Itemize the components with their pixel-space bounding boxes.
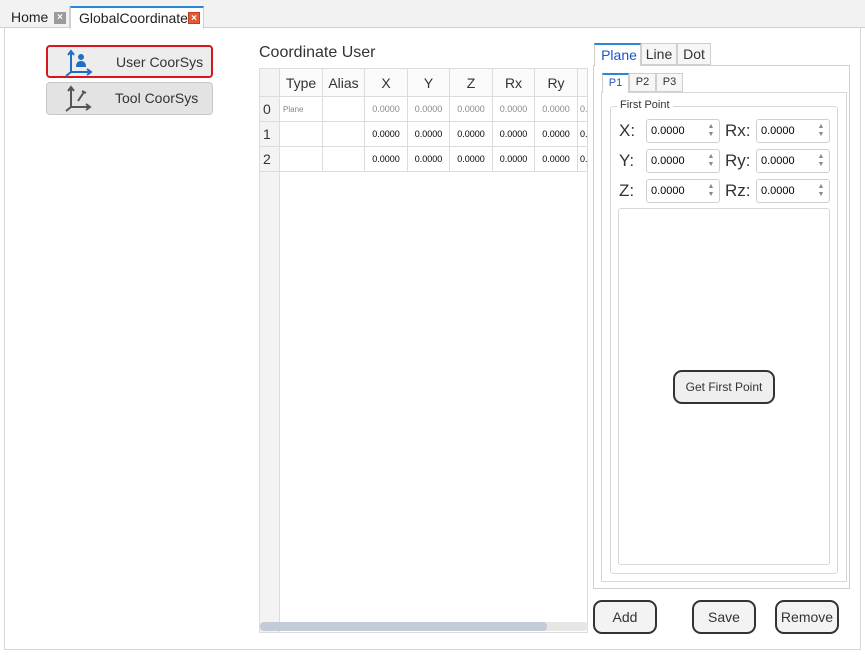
tab-p3[interactable]: P3 [656,73,683,92]
cell-x[interactable]: 0.0000 [365,147,408,172]
tab-bar: Home × GlobalCoordinate × [0,0,865,29]
cell-z[interactable]: 0.0000 [450,147,493,172]
col-y[interactable]: Y [408,69,450,97]
remove-button[interactable]: Remove [775,600,839,634]
x-value: 0.0000 [651,125,685,137]
get-first-point-button[interactable]: Get First Point [673,370,775,404]
col-z[interactable]: Z [450,69,493,97]
y-label: Y: [619,151,635,170]
col-overflow [578,69,587,97]
table-row[interactable]: 0 Plane 0.0000 0.0000 0.0000 0.0000 0.00… [260,97,587,122]
cell-overflow[interactable]: 0. [578,97,587,122]
spin-arrows-icon[interactable]: ▲ ▼ [817,153,825,169]
tab-home[interactable]: Home × [0,6,70,28]
cell-rx[interactable]: 0.0000 [493,122,535,147]
cell-type[interactable] [280,147,323,172]
tab-p2[interactable]: P2 [629,73,656,92]
x-spinbox[interactable]: 0.0000 ▲ ▼ [646,119,720,143]
tab-p1[interactable]: P1 [602,73,629,93]
cell-z[interactable]: 0.0000 [450,97,493,122]
z-spinbox[interactable]: 0.0000 ▲ ▼ [646,179,720,203]
close-icon[interactable]: × [54,12,66,24]
cell-y[interactable]: 0.0000 [408,147,450,172]
z-value: 0.0000 [651,185,685,197]
cell-y[interactable]: 0.0000 [408,97,450,122]
table-horizontal-scrollbar[interactable] [260,622,588,631]
col-type[interactable]: Type [280,69,323,97]
tab-home-label: Home [11,9,49,25]
spin-arrows-icon[interactable]: ▲ ▼ [817,183,825,199]
spin-arrows-icon[interactable]: ▲ ▼ [817,123,825,139]
col-alias[interactable]: Alias [323,69,365,97]
tab-plane[interactable]: Plane [594,43,641,66]
add-button[interactable]: Add [593,600,657,634]
rz-label: Rz: [725,181,751,200]
rx-label: Rx: [725,121,751,140]
row-index: 1 [260,122,280,147]
close-icon[interactable]: × [188,12,200,24]
tool-coorsys-button[interactable]: Tool CoorSys [46,82,213,115]
rz-value: 0.0000 [761,185,795,197]
x-label: X: [619,121,636,140]
ry-label: Ry: [725,151,751,170]
cell-type[interactable]: Plane [280,97,323,122]
y-spinbox[interactable]: 0.0000 ▲ ▼ [646,149,720,173]
col-ry[interactable]: Ry [535,69,578,97]
cell-rx[interactable]: 0.0000 [493,97,535,122]
cell-x[interactable]: 0.0000 [365,97,408,122]
cell-alias[interactable] [323,147,365,172]
tool-coordinate-icon [65,85,92,112]
cell-z[interactable]: 0.0000 [450,122,493,147]
cell-type[interactable] [280,122,323,147]
spin-arrows-icon[interactable]: ▲ ▼ [707,183,715,199]
rx-spinbox[interactable]: 0.0000 ▲ ▼ [756,119,830,143]
z-label: Z: [619,181,635,200]
scrollbar-thumb[interactable] [260,622,547,631]
y-value: 0.0000 [651,155,685,167]
rz-spinbox[interactable]: 0.0000 ▲ ▼ [756,179,830,203]
cell-ry[interactable]: 0.0000 [535,147,578,172]
table-row[interactable]: 2 0.0000 0.0000 0.0000 0.0000 0.0000 0. [260,147,587,172]
cell-alias[interactable] [323,122,365,147]
tab-dot[interactable]: Dot [677,43,711,65]
table-row[interactable]: 1 0.0000 0.0000 0.0000 0.0000 0.0000 0. [260,122,587,147]
first-point-title: First Point [617,99,673,111]
tool-coorsys-label: Tool CoorSys [115,90,199,106]
cell-overflow[interactable]: 0. [578,147,587,172]
tab-global-coordinate-label: GlobalCoordinate [79,10,188,26]
spin-arrows-icon[interactable]: ▲ ▼ [707,153,715,169]
cell-alias[interactable] [323,97,365,122]
tab-line[interactable]: Line [641,43,677,65]
col-rx[interactable]: Rx [493,69,535,97]
tab-global-coordinate[interactable]: GlobalCoordinate × [70,6,204,29]
coordinate-table-title: Coordinate User [259,44,376,61]
user-coorsys-label: User CoorSys [116,54,204,70]
cell-ry[interactable]: 0.0000 [535,97,578,122]
row-index: 2 [260,147,280,172]
table-header: Type Alias X Y Z Rx Ry [260,69,587,97]
ry-value: 0.0000 [761,155,795,167]
col-x[interactable]: X [365,69,408,97]
user-coorsys-button[interactable]: User CoorSys [46,45,213,78]
cell-x[interactable]: 0.0000 [365,122,408,147]
cell-ry[interactable]: 0.0000 [535,122,578,147]
rx-value: 0.0000 [761,125,795,137]
save-button[interactable]: Save [692,600,756,634]
row-index: 0 [260,97,280,122]
spin-arrows-icon[interactable]: ▲ ▼ [707,123,715,139]
header-corner [260,69,280,97]
cell-y[interactable]: 0.0000 [408,122,450,147]
ry-spinbox[interactable]: 0.0000 ▲ ▼ [756,149,830,173]
coordinate-table[interactable]: Type Alias X Y Z Rx Ry 0 Plane 0.0000 0.… [259,68,588,633]
cell-overflow[interactable]: 0. [578,122,587,147]
cell-rx[interactable]: 0.0000 [493,147,535,172]
user-coordinate-icon [65,49,93,77]
